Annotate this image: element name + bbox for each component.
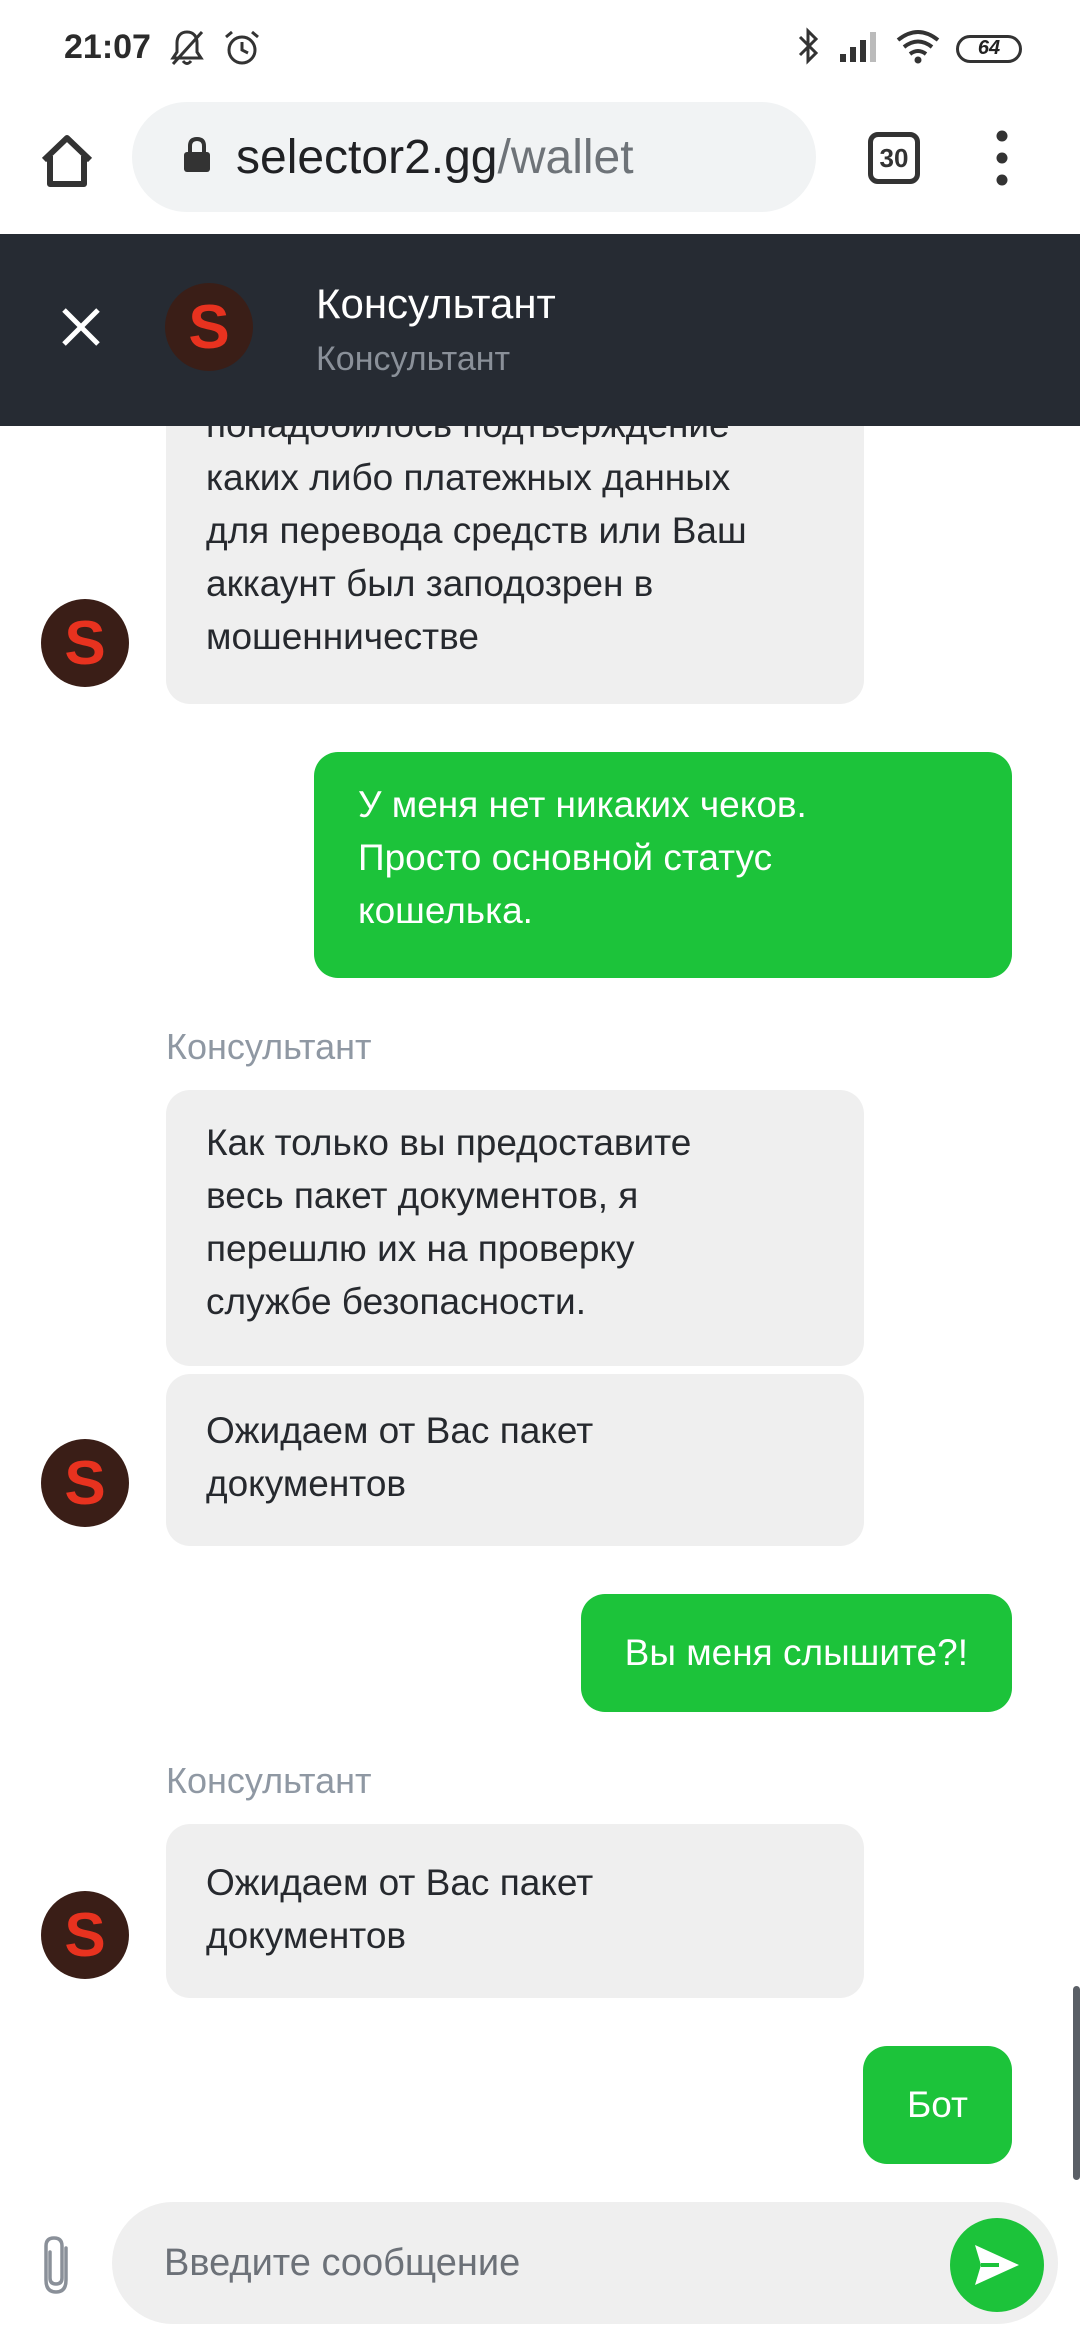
signal-icon (838, 28, 880, 69)
svg-text:S: S (64, 609, 105, 678)
consultant-avatar: S (40, 1890, 130, 1985)
consultant-avatar: S (40, 598, 130, 693)
message-list[interactable]: понадобилось подтверждение каких либо пл… (0, 426, 1080, 2196)
close-icon[interactable] (54, 300, 108, 354)
agent-message: Ожидаем от Вас пакет документов (166, 1824, 864, 1998)
scrollbar[interactable] (1073, 1986, 1080, 2180)
chat-header: S Консультант Консультант (0, 234, 1080, 426)
url-path: /wallet (497, 130, 634, 184)
message-line: службе безопасности. (206, 1281, 586, 1322)
browser-toolbar: selector2.gg/wallet 30 (0, 96, 1080, 234)
tabs-icon[interactable]: 30 (868, 132, 920, 184)
svg-text:S: S (64, 1901, 105, 1970)
message-line: Ожидаем от Вас пакет (206, 1410, 594, 1451)
message-line: Ожидаем от Вас пакет (206, 1862, 594, 1903)
input-bar (0, 2196, 1080, 2340)
chat-title: Консультант (316, 280, 556, 327)
message-line: каких либо платежных данных (206, 457, 731, 498)
url-host: selector2.gg (236, 130, 498, 184)
sender-label: Консультант (166, 1760, 372, 1801)
svg-text:S: S (64, 1449, 105, 1518)
message-line: весь пакет документов, я (206, 1175, 639, 1216)
alarm-icon (222, 28, 262, 73)
message-input[interactable] (112, 2202, 1058, 2324)
consultant-avatar: S (164, 282, 254, 377)
svg-text:S: S (188, 293, 229, 362)
message-line: аккаунт был заподозрен в (206, 563, 654, 604)
consultant-avatar: S (40, 1438, 130, 1533)
status-bar: 21:07 64 (0, 0, 1080, 96)
bell-off-icon (168, 28, 206, 73)
user-message: У меня нет никаких чеков. Просто основно… (314, 752, 1012, 978)
agent-message: понадобилось подтверждение каких либо пл… (166, 426, 864, 704)
message-line: Вы меня слышите?! (624, 1632, 968, 1673)
message-line: У меня нет никаких чеков. (358, 784, 807, 825)
message-line: мошенничестве (206, 616, 479, 657)
status-time: 21:07 (64, 28, 151, 66)
message-line: перешлю их на проверку (206, 1228, 635, 1269)
send-icon (975, 2245, 1019, 2285)
send-button[interactable] (950, 2218, 1044, 2312)
message-line: Бот (907, 2084, 968, 2125)
paperclip-icon[interactable] (36, 2234, 80, 2303)
wifi-icon (896, 28, 940, 69)
sender-label: Консультант (166, 1026, 372, 1067)
message-line: Просто основной статус (358, 837, 773, 878)
agent-message: Как только вы предоставите весь пакет до… (166, 1090, 864, 1366)
chat-subtitle: Консультант (316, 340, 511, 378)
message-line: кошелька. (358, 890, 533, 931)
user-message: Бот (863, 2046, 1012, 2164)
url-bar[interactable]: selector2.gg/wallet (132, 102, 816, 212)
bluetooth-icon (796, 26, 822, 71)
lock-icon (182, 136, 212, 179)
message-line: для перевода средств или Ваш (206, 510, 747, 551)
message-line: Как только вы предоставите (206, 1122, 692, 1163)
menu-dots-icon[interactable] (990, 126, 1014, 190)
battery-icon: 64 (956, 34, 1022, 63)
message-line: документов (206, 1915, 407, 1956)
agent-message: Ожидаем от Вас пакет документов (166, 1374, 864, 1546)
user-message: Вы меня слышите?! (580, 1594, 1012, 1712)
message-line: документов (206, 1463, 407, 1504)
home-icon[interactable] (32, 126, 102, 196)
message-line: понадобилось подтверждение (206, 426, 824, 451)
